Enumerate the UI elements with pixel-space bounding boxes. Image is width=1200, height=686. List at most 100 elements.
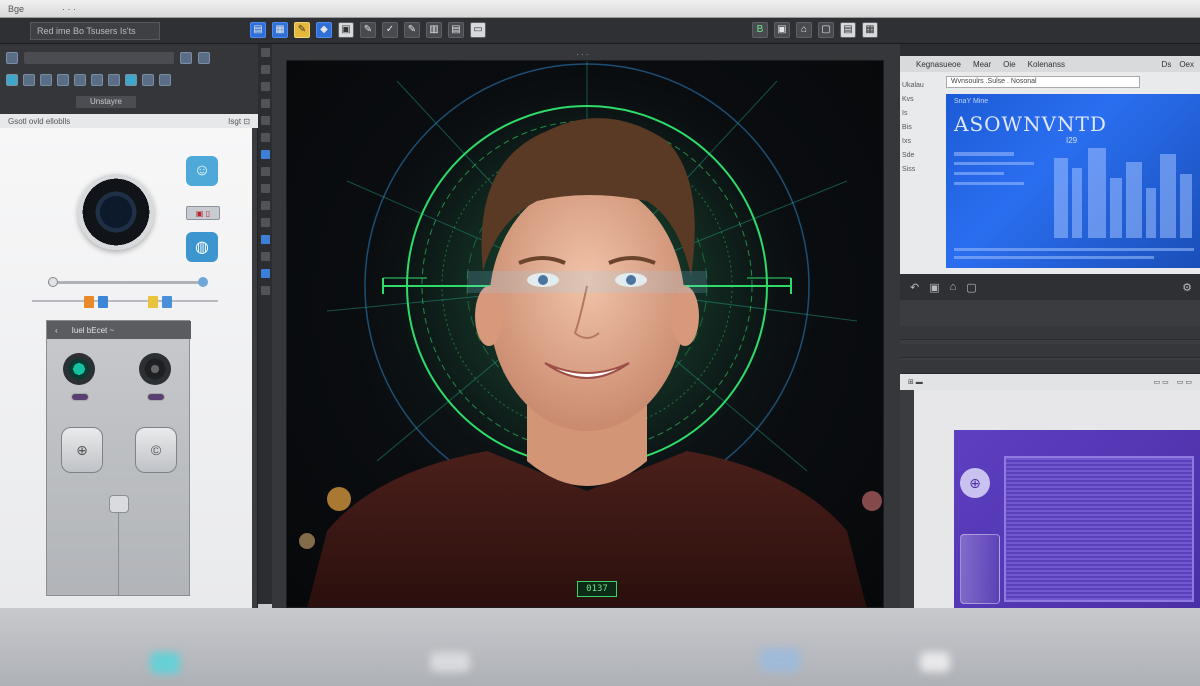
camera-lens-icon[interactable] bbox=[78, 174, 154, 250]
level-chip-blue[interactable] bbox=[98, 296, 108, 308]
slider-track[interactable] bbox=[48, 281, 206, 284]
tool-button-7[interactable]: ✓ bbox=[382, 22, 398, 38]
menu-item-ds[interactable]: Ds bbox=[1162, 60, 1172, 69]
level-chip-blue-2[interactable] bbox=[162, 296, 172, 308]
menu-item-1[interactable]: Kegnasueoe bbox=[916, 60, 961, 69]
tool-b-icon[interactable] bbox=[40, 74, 52, 86]
tool-cyan-icon[interactable] bbox=[6, 74, 18, 86]
vtool-1-icon[interactable] bbox=[260, 48, 270, 57]
tool-button-4[interactable]: ◆ bbox=[316, 22, 332, 38]
home-icon[interactable]: ⌂ bbox=[950, 281, 957, 293]
lock-icon[interactable]: ▣ bbox=[929, 281, 939, 294]
device-connector[interactable] bbox=[109, 495, 129, 513]
device-button-right[interactable]: © bbox=[135, 427, 177, 473]
vtool-2-icon[interactable] bbox=[260, 65, 270, 74]
prop-strip-item[interactable]: ▭ ▭ bbox=[1177, 378, 1192, 386]
document-tab[interactable]: Red ime Bo Tsusers Is'ts bbox=[30, 21, 160, 40]
canvas-area: · · · 0137 bbox=[272, 44, 900, 608]
undo-icon[interactable]: ↶ bbox=[910, 281, 919, 294]
tool-button-8[interactable]: ✎ bbox=[404, 22, 420, 38]
side-list-item[interactable]: Siss bbox=[902, 166, 942, 174]
tool-a-icon[interactable] bbox=[23, 74, 35, 86]
vtool-6-icon[interactable] bbox=[260, 133, 270, 142]
dark-knob-icon[interactable] bbox=[139, 353, 171, 385]
property-row[interactable] bbox=[900, 360, 1200, 374]
vtool-4-icon[interactable] bbox=[260, 99, 270, 108]
side-list-item[interactable]: Is bbox=[902, 110, 942, 118]
tool-button-9[interactable]: ▥ bbox=[426, 22, 442, 38]
subheader-right-text[interactable]: Isgt ⊡ bbox=[228, 117, 250, 126]
side-list-item[interactable]: Ukalau bbox=[902, 82, 942, 90]
tool-e-icon[interactable] bbox=[91, 74, 103, 86]
menu-item-oex[interactable]: Oex bbox=[1179, 60, 1194, 69]
vtool-13-icon[interactable] bbox=[260, 252, 270, 261]
address-bar[interactable]: Wvnsoulrs .Sulse . Nosonal bbox=[946, 76, 1140, 88]
levels-line bbox=[32, 300, 218, 302]
badge-icon[interactable]: ▣ ▯ bbox=[186, 206, 220, 220]
property-row[interactable] bbox=[900, 326, 1200, 340]
green-knob-icon[interactable] bbox=[63, 353, 95, 385]
tool-c-icon[interactable] bbox=[57, 74, 69, 86]
main-toolbar: Red ime Bo Tsusers Is'ts ▤ ▦ ✎ ◆ ▣ ✎ ✓ ✎… bbox=[0, 18, 1200, 44]
vtool-14-icon[interactable] bbox=[260, 269, 270, 278]
slider-end-handle[interactable] bbox=[198, 277, 208, 287]
frame-button[interactable]: ▣ bbox=[774, 22, 790, 38]
vtool-9-icon[interactable] bbox=[260, 184, 270, 193]
preview-logo-icon: ⊕ bbox=[960, 468, 990, 498]
vtool-12-icon[interactable] bbox=[260, 235, 270, 244]
tool-button-1[interactable]: ▤ bbox=[250, 22, 266, 38]
device-button-left[interactable]: ⊕ bbox=[61, 427, 103, 473]
shape-button[interactable]: ▢ bbox=[818, 22, 834, 38]
vtool-10-icon[interactable] bbox=[260, 201, 270, 210]
panel-collapse-icon[interactable] bbox=[198, 52, 210, 64]
tool-f-icon[interactable] bbox=[108, 74, 120, 86]
tool-button-3[interactable]: ✎ bbox=[294, 22, 310, 38]
vtool-15-icon[interactable] bbox=[260, 286, 270, 295]
web-data-grid bbox=[954, 148, 1194, 259]
frame-icon[interactable]: ▢ bbox=[966, 281, 976, 294]
side-list-item[interactable]: Kvs bbox=[902, 96, 942, 104]
panel-menu-icon[interactable] bbox=[6, 52, 18, 64]
grid-button[interactable]: ▦ bbox=[862, 22, 878, 38]
tool-button-5[interactable]: ▣ bbox=[338, 22, 354, 38]
home-button[interactable]: ⌂ bbox=[796, 22, 812, 38]
side-list-item[interactable]: Bis bbox=[902, 124, 942, 132]
menu-item-4[interactable]: Kolenanss bbox=[1028, 60, 1065, 69]
vtool-5-icon[interactable] bbox=[260, 116, 270, 125]
prop-strip-item[interactable]: ⊞ ▬ bbox=[908, 378, 923, 386]
side-list-item[interactable]: Ixs bbox=[902, 138, 942, 146]
vtool-3-icon[interactable] bbox=[260, 82, 270, 91]
prop-strip-item[interactable]: ▭ ▭ bbox=[1154, 378, 1169, 386]
bold-button[interactable]: B bbox=[752, 22, 768, 38]
level-chip-orange[interactable] bbox=[84, 296, 94, 308]
tool-h-icon[interactable] bbox=[142, 74, 154, 86]
level-chip-yellow[interactable] bbox=[148, 296, 158, 308]
panel-option-icon[interactable] bbox=[180, 52, 192, 64]
property-row[interactable] bbox=[900, 344, 1200, 358]
person-icon[interactable]: ☺ bbox=[186, 156, 218, 186]
tool-g-icon[interactable] bbox=[125, 74, 137, 86]
slider-handle[interactable] bbox=[48, 277, 58, 287]
glass-object bbox=[960, 534, 1000, 604]
back-icon[interactable]: ‹ bbox=[55, 326, 58, 335]
tool-icon[interactable]: ⚙ bbox=[1182, 281, 1192, 294]
menu-item-2[interactable]: Mear bbox=[973, 60, 991, 69]
layout-button[interactable]: ▤ bbox=[840, 22, 856, 38]
globe-icon[interactable]: ◍ bbox=[186, 232, 218, 262]
tool-button-11[interactable]: ▭ bbox=[470, 22, 486, 38]
preview-content[interactable]: ⊕ bbox=[954, 430, 1200, 608]
tool-button-6[interactable]: ✎ bbox=[360, 22, 376, 38]
tool-i-icon[interactable] bbox=[159, 74, 171, 86]
tool-button-10[interactable]: ▤ bbox=[448, 22, 464, 38]
vtool-11-icon[interactable] bbox=[260, 218, 270, 227]
tool-d-icon[interactable] bbox=[74, 74, 86, 86]
menu-item-3[interactable]: Oie bbox=[1003, 60, 1015, 69]
side-list-item[interactable]: Sde bbox=[902, 152, 942, 160]
tool-button-2[interactable]: ▦ bbox=[272, 22, 288, 38]
vtool-8-icon[interactable] bbox=[260, 167, 270, 176]
image-canvas[interactable]: 0137 bbox=[286, 60, 884, 608]
left-panel-tab[interactable]: Unstayre bbox=[76, 96, 136, 108]
canvas-grip-icon[interactable]: · · · bbox=[576, 50, 588, 59]
web-content[interactable]: SnaY Mine ASOWNVNTD I29 bbox=[946, 94, 1200, 268]
vtool-7-icon[interactable] bbox=[260, 150, 270, 159]
